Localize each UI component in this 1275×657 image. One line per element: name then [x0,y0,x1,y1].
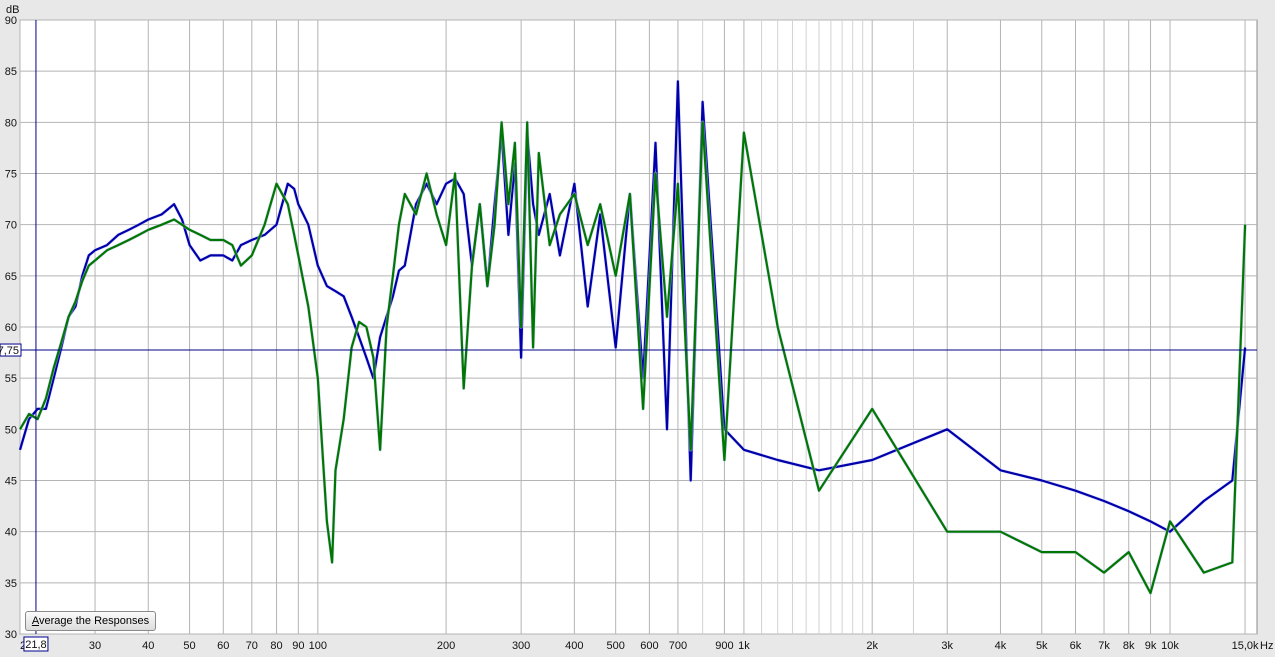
x-tick-label: 700 [669,640,687,652]
x-tick-label: 60 [217,640,229,652]
y-tick-label: 80 [5,117,17,129]
y-tick-label: 40 [5,527,17,539]
x-tick-label: 100 [309,640,327,652]
x-tick-label: 500 [606,640,624,652]
x-tick-label: 30 [89,640,101,652]
y-tick-label: 70 [5,220,17,232]
x-tick-label: 70 [246,640,258,652]
cursor-x-readout: 21,8 [25,639,46,651]
y-tick-label: 50 [5,424,17,436]
y-tick-label: 55 [5,373,17,385]
y-tick-label: 90 [5,15,17,27]
x-tick-label: 10k [1161,640,1179,652]
x-axis: 2 30 40 50 60 70 80 90 100 200 300 400 500 600 700 900 1… [20,636,1273,652]
x-tick-label: 600 [640,640,658,652]
y-tick-label: 45 [5,476,17,488]
x-tick-label: 15,0k [1232,640,1259,652]
x-tick-label: 80 [270,640,282,652]
x-tick-label: 1k [738,640,750,652]
x-tick-label: 300 [512,640,530,652]
y-tick-label: 30 [5,629,17,641]
average-responses-button[interactable]: Average the Responses [25,611,156,631]
y-tick-label: 60 [5,322,17,334]
x-tick-label: 2k [866,640,878,652]
x-axis-unit: Hz [1260,640,1273,652]
x-tick-label: 3k [941,640,953,652]
x-tick-label: 400 [565,640,583,652]
frequency-response-chart: dB3035404550556065707580859057,75 230405… [0,4,1273,652]
x-tick-label: 9k [1145,640,1157,652]
cursor-y-readout: 57,75 [0,345,19,357]
x-tick-label: 90 [292,640,304,652]
x-tick-label: 8k [1123,640,1135,652]
x-tick-label: 200 [437,640,455,652]
y-tick-label: 85 [5,66,17,78]
y-axis: dB3035404550556065707580859057,75 [0,4,22,641]
x-tick-label: 40 [142,640,154,652]
y-tick-label: 65 [5,271,17,283]
x-tick-label: 5k [1036,640,1048,652]
x-tick-label: 6k [1070,640,1082,652]
average-responses-label: Average the Responses [31,615,150,627]
x-tick-label: 50 [183,640,195,652]
chart-window: dB3035404550556065707580859057,75 230405… [0,0,1275,657]
y-tick-label: 35 [5,578,17,590]
y-tick-label: 75 [5,169,17,181]
x-tick-label: 900 [715,640,733,652]
x-tick-label: 7k [1098,640,1110,652]
x-tick-label: 4k [995,640,1007,652]
